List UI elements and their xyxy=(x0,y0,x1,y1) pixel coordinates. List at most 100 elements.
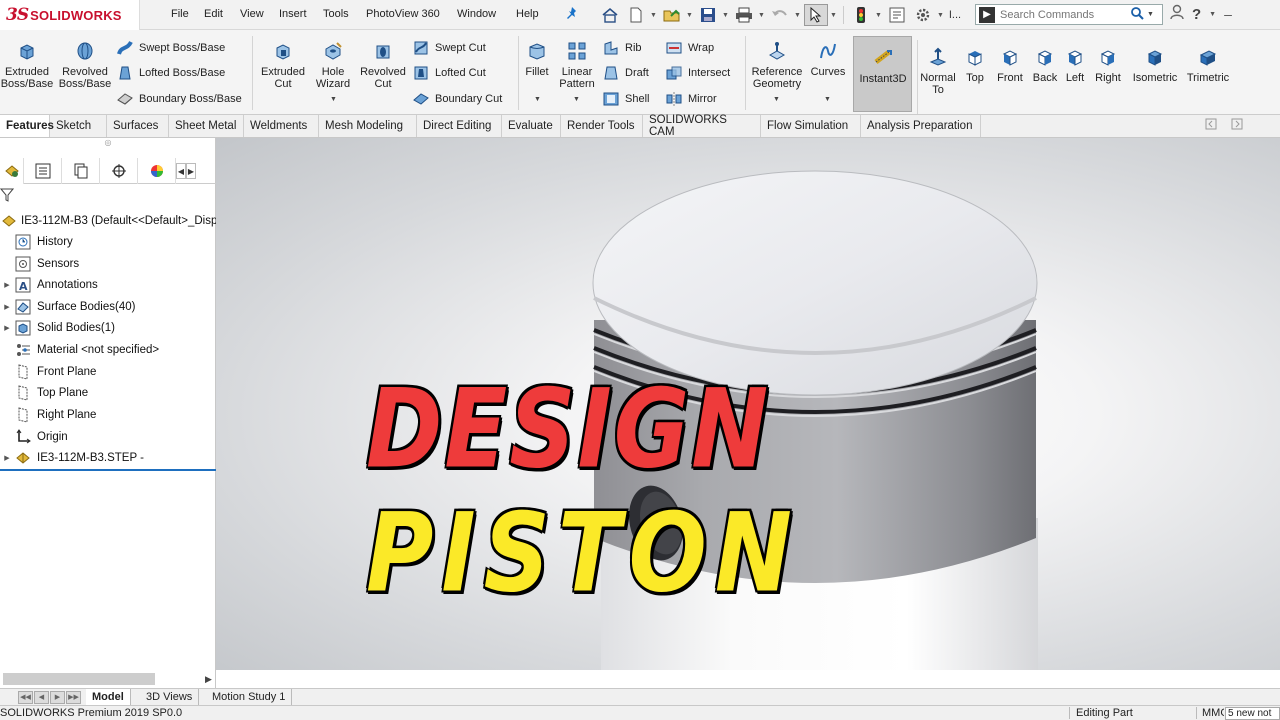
graphics-area[interactable]: DESIGN PISTON xyxy=(216,138,1280,670)
revolved-cut-button[interactable]: Revolved Cut xyxy=(358,40,408,90)
curves-dropdown-icon[interactable]: ▼ xyxy=(824,96,831,103)
mirror-button[interactable]: Mirror xyxy=(665,90,717,108)
filter-icon[interactable] xyxy=(0,188,15,205)
tab-motion-study[interactable]: Motion Study 1 xyxy=(206,689,293,705)
help-icon[interactable]: ? xyxy=(1192,6,1201,23)
save-icon[interactable] xyxy=(696,4,720,26)
swept-cut-button[interactable]: Swept Cut xyxy=(412,39,486,57)
undo-dropdown-icon[interactable]: ▼ xyxy=(794,12,802,19)
view-left-button[interactable]: Left xyxy=(1062,46,1088,84)
tree-item-sensors[interactable]: Sensors xyxy=(6,255,79,273)
boundary-cut-button[interactable]: Boundary Cut xyxy=(412,90,502,108)
swept-boss-button[interactable]: Swept Boss/Base xyxy=(116,39,225,57)
tab-sketch[interactable]: Sketch xyxy=(50,115,107,137)
scroll-right-icon[interactable]: ▶ xyxy=(205,674,212,685)
open-dropdown-icon[interactable]: ▼ xyxy=(686,12,694,19)
normal-to-button[interactable]: Normal To xyxy=(918,46,958,96)
tab-evaluate[interactable]: Evaluate xyxy=(502,115,561,137)
curves-button[interactable]: Curves xyxy=(808,40,848,78)
extruded-boss-button[interactable]: Extruded Boss/Base xyxy=(1,40,53,90)
more-commands[interactable]: I... xyxy=(947,4,963,26)
prev-tab-icon[interactable]: ◀ xyxy=(34,691,49,704)
user-icon[interactable] xyxy=(1170,4,1184,24)
hole-wizard-button[interactable]: Hole Wizard xyxy=(312,40,354,90)
first-tab-icon[interactable]: ◀◀ xyxy=(18,691,33,704)
open-icon[interactable] xyxy=(660,4,684,26)
tree-item-surface-bodies[interactable]: ▶ Surface Bodies(40) xyxy=(0,298,135,316)
tab-mesh-modeling[interactable]: Mesh Modeling xyxy=(319,115,417,137)
tab-3d-views[interactable]: 3D Views xyxy=(140,689,200,705)
select-icon[interactable] xyxy=(804,4,828,26)
status-units[interactable]: MMGS xyxy=(1196,707,1224,719)
tree-rollback-bar[interactable] xyxy=(0,469,216,471)
configuration-manager-tab-icon[interactable] xyxy=(62,158,100,184)
extruded-cut-button[interactable]: Extruded Cut xyxy=(258,40,308,90)
view-top-button[interactable]: Top xyxy=(962,46,988,84)
status-notifications[interactable]: 5 new not xyxy=(1225,707,1280,720)
revolved-boss-button[interactable]: Revolved Boss/Base xyxy=(58,40,112,90)
undo-icon[interactable] xyxy=(768,4,792,26)
instant3d-toggle[interactable]: Instant3D xyxy=(853,36,912,112)
save-dropdown-icon[interactable]: ▼ xyxy=(722,12,730,19)
file-properties-icon[interactable] xyxy=(885,4,909,26)
panel-grip[interactable]: ◎ xyxy=(0,138,216,152)
tree-item-annotations[interactable]: ▶ A Annotations xyxy=(0,276,98,294)
last-tab-icon[interactable]: ▶▶ xyxy=(66,691,81,704)
tree-item-origin[interactable]: Origin xyxy=(6,428,68,446)
command-search-box[interactable]: ▶ ▼ xyxy=(975,4,1163,25)
tree-item-front-plane[interactable]: Front Plane xyxy=(6,363,96,381)
rib-button[interactable]: Rib xyxy=(602,39,642,57)
menu-photoview-360[interactable]: PhotoView 360 xyxy=(366,8,440,20)
view-right-button[interactable]: Right xyxy=(1092,46,1124,84)
fillet-button[interactable]: Fillet xyxy=(522,40,552,78)
view-back-button[interactable]: Back xyxy=(1031,46,1059,84)
home-icon[interactable] xyxy=(598,4,622,26)
new-dropdown-icon[interactable]: ▼ xyxy=(650,12,658,19)
tab-flow-simulation[interactable]: Flow Simulation xyxy=(761,115,861,137)
tree-item-right-plane[interactable]: Right Plane xyxy=(6,406,96,424)
collapse-right-icon[interactable] xyxy=(1231,118,1243,133)
search-commands-input[interactable] xyxy=(1000,8,1130,21)
lofted-boss-button[interactable]: Lofted Boss/Base xyxy=(116,64,225,82)
reference-geometry-button[interactable]: Reference Geometry xyxy=(750,40,804,90)
expand-arrow-icon[interactable]: ▶ xyxy=(0,324,14,332)
draft-button[interactable]: Draft xyxy=(602,64,649,82)
menu-tools[interactable]: Tools xyxy=(323,8,349,20)
tab-surfaces[interactable]: Surfaces xyxy=(107,115,169,137)
boundary-boss-button[interactable]: Boundary Boss/Base xyxy=(116,90,242,108)
menu-file[interactable]: File xyxy=(171,8,189,20)
reference-geometry-dropdown-icon[interactable]: ▼ xyxy=(773,96,780,103)
view-trimetric-button[interactable]: Trimetric xyxy=(1184,46,1232,84)
options-gear-icon[interactable] xyxy=(911,4,935,26)
tab-render-tools[interactable]: Render Tools xyxy=(561,115,643,137)
traffic-light-icon[interactable] xyxy=(849,4,873,26)
tab-direct-editing[interactable]: Direct Editing xyxy=(417,115,502,137)
collapse-left-icon[interactable] xyxy=(1205,118,1217,133)
new-document-icon[interactable] xyxy=(624,4,648,26)
scroll-tabs-right-icon[interactable]: ▶ xyxy=(186,163,196,179)
tree-item-solid-bodies[interactable]: ▶ Solid Bodies(1) xyxy=(0,319,115,337)
help-dropdown-icon[interactable]: ▼ xyxy=(1209,11,1216,18)
scroll-tabs-left-icon[interactable]: ◀ xyxy=(176,163,186,179)
tab-analysis-preparation[interactable]: Analysis Preparation xyxy=(861,115,981,137)
tree-item-history[interactable]: History xyxy=(6,233,73,251)
tree-item-material[interactable]: Material <not specified> xyxy=(6,341,159,359)
tab-model[interactable]: Model xyxy=(86,689,131,705)
print-dropdown-icon[interactable]: ▼ xyxy=(758,12,766,19)
expand-arrow-icon[interactable]: ▶ xyxy=(0,281,14,289)
tab-solidworks-cam[interactable]: SOLIDWORKS CAM xyxy=(643,114,761,138)
options-dropdown-icon[interactable]: ▼ xyxy=(937,12,945,19)
menu-edit[interactable]: Edit xyxy=(204,8,223,20)
display-manager-tab-icon[interactable] xyxy=(138,158,176,184)
feature-manager-tab-icon[interactable] xyxy=(0,158,24,184)
horizontal-scrollbar-thumb[interactable] xyxy=(3,673,155,685)
wrap-button[interactable]: Wrap xyxy=(665,39,714,57)
menu-window[interactable]: Window xyxy=(457,8,496,20)
next-tab-icon[interactable]: ▶ xyxy=(50,691,65,704)
select-dropdown-icon[interactable]: ▼ xyxy=(830,12,838,19)
shell-button[interactable]: Shell xyxy=(602,90,649,108)
tree-root-part[interactable]: IE3-112M-B3 (Default<<Default>_Disp xyxy=(0,212,217,230)
menu-help[interactable]: Help xyxy=(516,8,539,20)
menu-insert[interactable]: Insert xyxy=(279,8,307,20)
dimxpert-manager-tab-icon[interactable] xyxy=(100,158,138,184)
